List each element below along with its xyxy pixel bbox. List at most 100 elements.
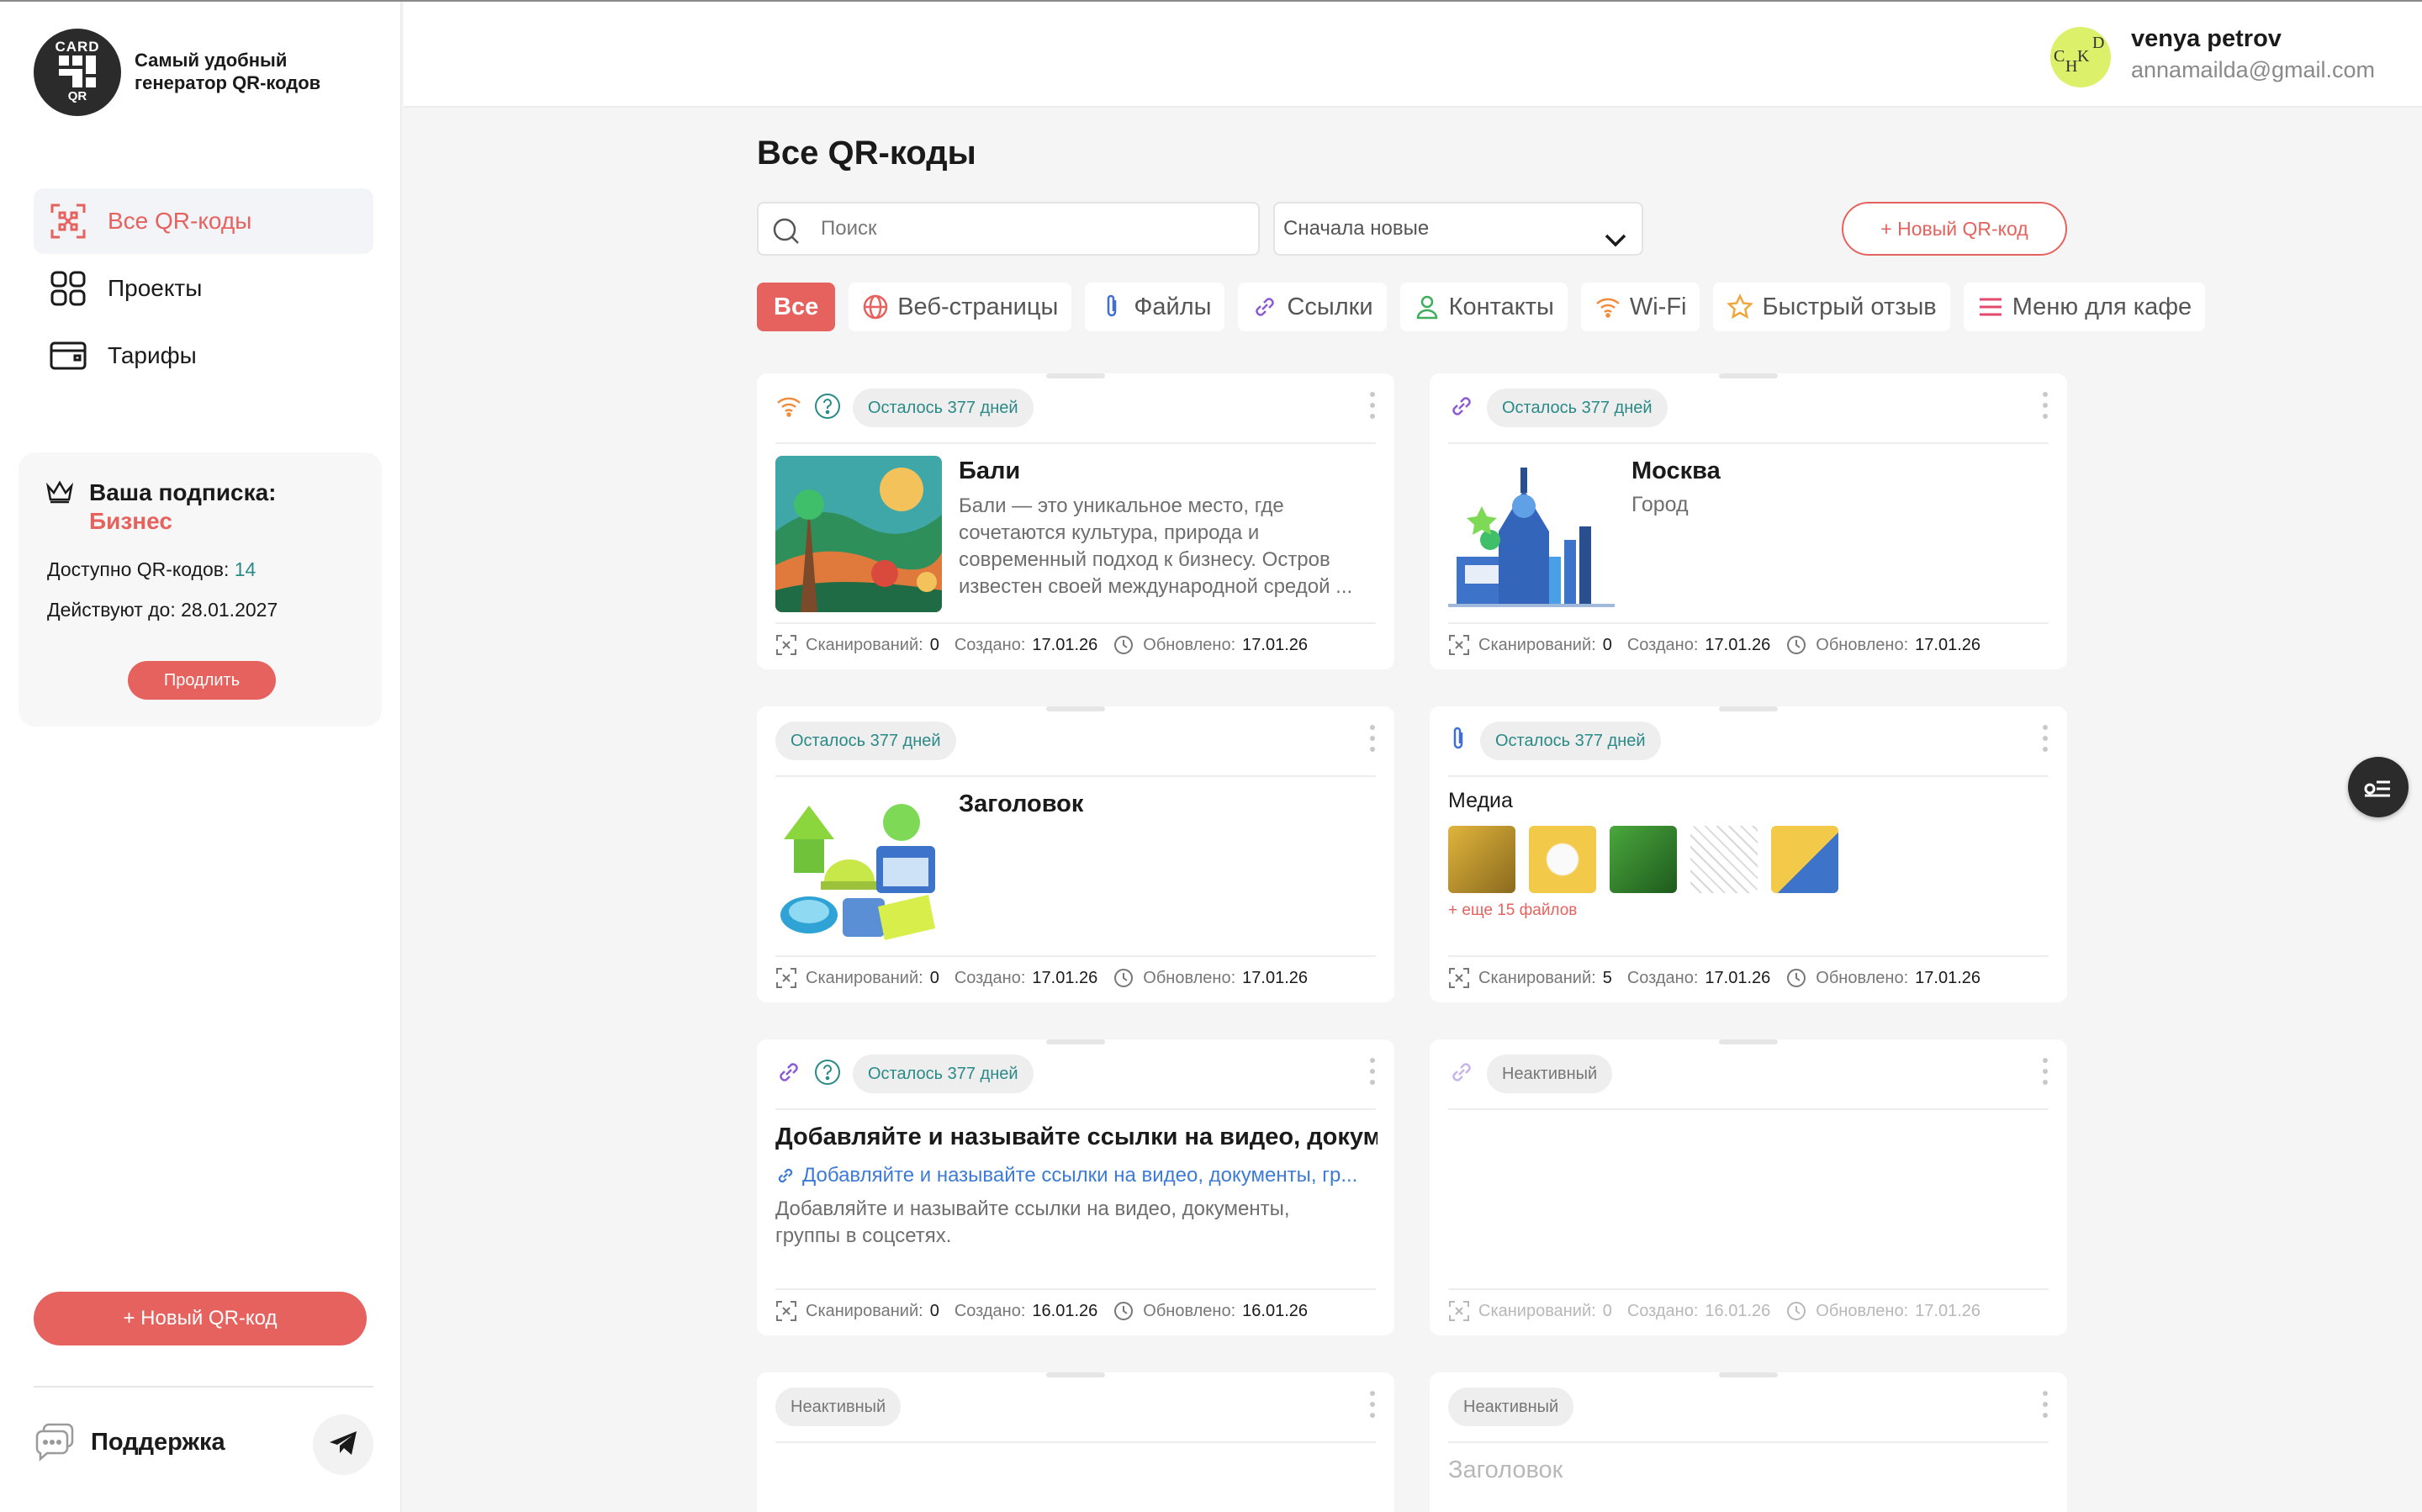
- updated-label: Обновлено:: [1816, 1301, 1909, 1320]
- drag-handle[interactable]: [1046, 706, 1105, 711]
- more-options-icon[interactable]: [2042, 725, 2049, 752]
- updated-label: Обновлено:: [1143, 968, 1236, 987]
- scans-label: Сканирований:: [806, 968, 923, 987]
- sidebar-item-all-qr[interactable]: Все QR-коды: [34, 188, 373, 254]
- filter-wifi[interactable]: Wi-Fi: [1580, 283, 1700, 331]
- qr-card-moscow[interactable]: Осталось 377 дней Москва Город Сканирова…: [1430, 373, 2067, 669]
- created-value: 17.01.26: [1705, 635, 1771, 654]
- qr-card-inactive[interactable]: Неактивный: [757, 1372, 1394, 1512]
- updated-value: 17.01.26: [1915, 968, 1980, 987]
- more-options-icon[interactable]: [1369, 725, 1376, 752]
- filter-links[interactable]: Ссылки: [1238, 283, 1387, 331]
- filter-label: Файлы: [1134, 293, 1212, 320]
- updated-label: Обновлено:: [1816, 968, 1909, 987]
- scan-icon: [775, 634, 797, 656]
- clock-icon: [1113, 967, 1134, 989]
- created-label: Создано:: [1626, 635, 1699, 654]
- drag-handle[interactable]: [1719, 706, 1778, 711]
- paperclip-icon: [1098, 293, 1125, 320]
- more-options-icon[interactable]: [2042, 1391, 2049, 1418]
- filter-all[interactable]: Все: [757, 283, 836, 331]
- floating-filter-button[interactable]: [2348, 757, 2409, 817]
- filter-quick-review[interactable]: Быстрый отзыв: [1713, 283, 1950, 331]
- updated-value: 17.01.26: [1242, 635, 1308, 654]
- qr-card-inactive-heading[interactable]: Неактивный Заголовок: [1430, 1372, 2067, 1512]
- filter-label: Контакты: [1448, 293, 1554, 320]
- card-link[interactable]: Добавляйте и называйте ссылки на видео, …: [775, 1164, 1378, 1187]
- more-options-icon[interactable]: [1369, 1391, 1376, 1418]
- filter-web-pages[interactable]: Веб-страницы: [849, 283, 1072, 331]
- media-thumbnail[interactable]: [1529, 826, 1596, 893]
- clock-icon: [1785, 634, 1807, 656]
- brand-line-2: генератор QR-кодов: [135, 72, 321, 93]
- scans-label: Сканирований:: [1478, 635, 1596, 654]
- drag-handle[interactable]: [1719, 373, 1778, 378]
- sidebar-nav: Все QR-коды Проекты Тарифы: [34, 188, 373, 390]
- media-thumbnail[interactable]: [1690, 826, 1758, 893]
- sidebar-new-qr-button[interactable]: + Новый QR-код: [34, 1292, 367, 1345]
- logo-qr-mark: [59, 56, 96, 87]
- chat-bubble-icon: [34, 1421, 76, 1463]
- card-header: Неактивный: [1448, 1055, 2049, 1093]
- search-box[interactable]: [757, 202, 1260, 256]
- star-icon: [1727, 293, 1754, 320]
- filter-label: Ссылки: [1287, 293, 1373, 320]
- drag-handle[interactable]: [1719, 1039, 1778, 1044]
- sidebar-item-tariffs[interactable]: Тарифы: [34, 323, 373, 389]
- support-link[interactable]: Поддержка: [34, 1421, 225, 1463]
- globe-icon: [862, 293, 889, 320]
- card-footer: Сканирований: 0 Создано: 16.01.26 Обновлен…: [775, 1300, 1308, 1322]
- logo[interactable]: CARD QR: [34, 29, 121, 116]
- created-label: Создано:: [954, 968, 1026, 987]
- more-options-icon[interactable]: [2042, 1058, 2049, 1085]
- telegram-icon: [328, 1430, 358, 1461]
- card-thumbnail-image: [775, 789, 942, 945]
- link-icon: [775, 1059, 802, 1090]
- media-thumbnail[interactable]: [1610, 826, 1677, 893]
- scans-label: Сканирований:: [806, 1301, 923, 1320]
- qr-card-inactive-link[interactable]: Неактивный Сканирований: 0 Создано: 16.01.…: [1430, 1039, 2067, 1335]
- qr-card-media[interactable]: Осталось 377 дней Медиа + еще 15 файлов …: [1430, 706, 2067, 1002]
- drag-handle[interactable]: [1046, 1039, 1105, 1044]
- status-badge: Осталось 377 дней: [853, 1055, 1034, 1093]
- sidebar-item-projects[interactable]: Проекты: [34, 256, 373, 321]
- drag-handle[interactable]: [1046, 373, 1105, 378]
- more-options-icon[interactable]: [2042, 392, 2049, 419]
- media-thumbnail[interactable]: [1448, 826, 1515, 893]
- user-name[interactable]: venya petrov: [2131, 25, 2282, 53]
- menu-icon: [1977, 293, 2004, 320]
- qr-card-heading[interactable]: Осталось 377 дней Заголовок Сканирований…: [757, 706, 1394, 1002]
- drag-handle[interactable]: [1719, 1372, 1778, 1377]
- more-options-icon[interactable]: [1369, 1058, 1376, 1085]
- renew-button[interactable]: Продлить: [128, 661, 276, 700]
- avatar-letter: D: [2092, 34, 2105, 52]
- avatar[interactable]: C H K D: [2050, 27, 2111, 87]
- link-icon: [775, 1166, 796, 1186]
- qr-card-bali[interactable]: Осталось 377 дней Бали Бали — это уникал…: [757, 373, 1394, 669]
- updated-value: 17.01.26: [1915, 1301, 1980, 1320]
- card-header: Неактивный: [1448, 1388, 2049, 1426]
- avatar-letter: K: [2077, 47, 2090, 66]
- filter-label: Быстрый отзыв: [1762, 293, 1937, 320]
- new-qr-button[interactable]: + Новый QR-код: [1842, 202, 2067, 256]
- filter-files[interactable]: Файлы: [1085, 283, 1225, 331]
- created-label: Создано:: [1626, 968, 1699, 987]
- help-icon[interactable]: [814, 1059, 841, 1090]
- paperclip-icon: [1448, 726, 1468, 757]
- help-icon[interactable]: [814, 393, 841, 424]
- scans-value: 0: [929, 1301, 939, 1320]
- more-options-icon[interactable]: [1369, 392, 1376, 419]
- media-thumbnail[interactable]: [1771, 826, 1838, 893]
- media-more-link[interactable]: + еще 15 файлов: [1448, 901, 1577, 920]
- search-input[interactable]: [821, 212, 1241, 246]
- filter-contacts[interactable]: Контакты: [1399, 283, 1568, 331]
- scan-icon: [1448, 967, 1470, 989]
- drag-handle[interactable]: [1046, 1372, 1105, 1377]
- filter-cafe-menu[interactable]: Меню для кафе: [1963, 283, 2206, 331]
- status-badge: Осталось 377 дней: [775, 722, 956, 760]
- telegram-button[interactable]: [313, 1414, 373, 1475]
- sort-select[interactable]: Сначала новые: [1273, 202, 1643, 256]
- status-badge: Неактивный: [1487, 1055, 1613, 1093]
- qr-card-links[interactable]: Осталось 377 дней Добавляйте и называйте…: [757, 1039, 1394, 1335]
- valid-until-row: Действуют до: 28.01.2027: [47, 599, 278, 621]
